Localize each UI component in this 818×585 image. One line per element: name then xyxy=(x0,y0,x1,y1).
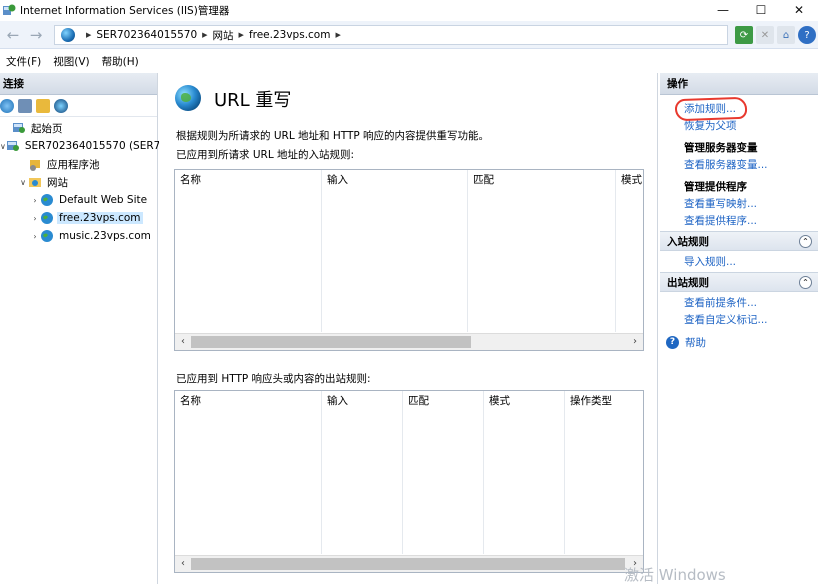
import-rules-link[interactable]: 导入规则... xyxy=(660,253,818,270)
menu-bar: 文件(F) 视图(V) 帮助(H) xyxy=(0,50,818,72)
feature-pane: URL 重写 根据规则为所请求的 URL 地址和 HTTP 响应的内容提供重写功… xyxy=(159,73,658,584)
chevron-right-icon[interactable]: ▶ xyxy=(335,31,340,39)
outbound-rules-grid[interactable]: 名称 输入 匹配 模式 操作类型 ‹ › xyxy=(174,390,644,573)
column-header-match[interactable]: 匹配 xyxy=(408,393,429,408)
menu-view[interactable]: 视图(V) xyxy=(47,54,95,69)
app-pool-icon xyxy=(28,157,42,171)
chevron-right-icon[interactable]: ▶ xyxy=(239,31,244,39)
column-header-pattern[interactable]: 模式 xyxy=(489,393,510,408)
globe-icon xyxy=(61,28,75,42)
connections-tree: 起始页 ∨ SER702364015570 (SER702 应用程序池 ∨ 网站… xyxy=(0,117,174,245)
column-header-name[interactable]: 名称 xyxy=(180,172,201,187)
refresh-icon[interactable]: ⟳ xyxy=(735,26,753,44)
horizontal-scrollbar[interactable]: ‹ › xyxy=(175,333,643,350)
horizontal-scrollbar[interactable]: ‹ › xyxy=(175,555,643,572)
outbound-rules-label: 已应用到 HTTP 响应头或内容的出站规则: xyxy=(176,373,371,385)
collapse-icon[interactable]: ⌃ xyxy=(799,235,812,248)
column-header-input[interactable]: 输入 xyxy=(327,393,348,408)
breadcrumb-site[interactable]: free.23vps.com xyxy=(249,29,331,41)
activation-watermark: 激活 Windows xyxy=(624,566,726,584)
scrollbar-thumb[interactable] xyxy=(191,558,625,570)
sites-folder-icon xyxy=(28,175,42,189)
view-preconditions-link[interactable]: 查看前提条件... xyxy=(660,294,818,311)
home-icon[interactable]: ⌂ xyxy=(777,26,795,44)
inbound-rules-title: 入站规则 xyxy=(667,235,709,248)
chevron-right-icon[interactable]: › xyxy=(30,196,40,205)
scroll-right-icon[interactable]: › xyxy=(628,335,642,349)
annotation-highlight xyxy=(674,96,748,122)
column-header-action-type[interactable]: 操作类型 xyxy=(570,393,612,408)
column-header-input[interactable]: 输入 xyxy=(327,172,348,187)
tree-item-default-web-site[interactable]: › Default Web Site xyxy=(0,191,157,209)
save-icon[interactable] xyxy=(18,98,32,113)
chevron-right-icon[interactable]: ▶ xyxy=(86,31,91,39)
column-header-name[interactable]: 名称 xyxy=(180,393,201,408)
feature-description: 根据规则为所请求的 URL 地址和 HTTP 响应的内容提供重写功能。 xyxy=(176,130,490,142)
start-page-icon xyxy=(12,121,26,135)
chevron-right-icon[interactable]: › xyxy=(30,232,40,241)
scroll-left-icon[interactable]: ‹ xyxy=(176,557,190,571)
connections-header: 连接 xyxy=(0,73,157,95)
delete-connection-icon[interactable] xyxy=(54,98,68,113)
view-custom-tags-link[interactable]: 查看自定义标记... xyxy=(660,311,818,328)
tree-item-start-page[interactable]: 起始页 xyxy=(0,119,157,137)
connections-pane: 连接 起始页 ∨ SER702364015570 (SER702 应用程序池 ∨… xyxy=(0,73,174,584)
view-server-variables-link[interactable]: 查看服务器变量... xyxy=(660,156,818,173)
breadcrumb-sites[interactable]: 网站 xyxy=(213,28,234,43)
column-header-pattern[interactable]: 模式 xyxy=(621,172,642,187)
scroll-left-icon[interactable]: ‹ xyxy=(176,335,190,349)
globe-icon xyxy=(40,229,54,243)
inbound-rules-section[interactable]: 入站规则 ⌃ xyxy=(660,231,818,251)
menu-help[interactable]: 帮助(H) xyxy=(96,54,145,69)
window-title: Internet Information Services (IIS)管理器 xyxy=(20,4,230,17)
tree-item-music-23vps[interactable]: › music.23vps.com xyxy=(0,227,157,245)
tree-item-free-23vps[interactable]: › free.23vps.com xyxy=(0,209,157,227)
help-link[interactable]: 帮助 xyxy=(685,335,706,350)
outbound-rules-title: 出站规则 xyxy=(667,276,709,289)
inbound-rules-label: 已应用到所请求 URL 地址的入站规则: xyxy=(176,149,355,161)
server-icon xyxy=(6,139,20,153)
tree-item-sites[interactable]: ∨ 网站 xyxy=(0,173,157,191)
globe-icon xyxy=(40,211,54,225)
title-bar: Internet Information Services (IIS)管理器 —… xyxy=(0,0,818,20)
help-icon[interactable]: ? xyxy=(798,26,816,44)
actions-header: 操作 xyxy=(660,73,818,95)
close-button[interactable]: ✕ xyxy=(780,0,818,20)
connections-toolbar xyxy=(0,95,157,117)
grid-header: 名称 输入 匹配 模式 操作类型 xyxy=(175,391,643,407)
scrollbar-thumb[interactable] xyxy=(191,336,471,348)
globe-icon xyxy=(40,193,54,207)
help-icon: ? xyxy=(666,335,679,349)
collapse-icon[interactable]: ⌃ xyxy=(799,276,812,289)
chevron-right-icon[interactable]: › xyxy=(30,214,40,223)
url-rewrite-globe-icon xyxy=(175,85,201,111)
column-header-match[interactable]: 匹配 xyxy=(473,172,494,187)
stop-icon[interactable]: ✕ xyxy=(756,26,774,44)
tree-item-server[interactable]: ∨ SER702364015570 (SER702 xyxy=(0,137,174,155)
minimize-button[interactable]: — xyxy=(704,0,742,20)
providers-heading: 管理提供程序 xyxy=(684,180,747,193)
up-folder-icon[interactable] xyxy=(36,98,50,113)
view-rewrite-maps-link[interactable]: 查看重写映射... xyxy=(660,195,818,212)
address-bar: ← → ▶ SER702364015570 ▶ 网站 ▶ free.23vps.… xyxy=(0,21,818,49)
inbound-rules-grid[interactable]: 名称 输入 匹配 模式 ‹ › xyxy=(174,169,644,351)
grid-header: 名称 输入 匹配 模式 xyxy=(175,170,643,186)
breadcrumb-server[interactable]: SER702364015570 xyxy=(96,29,197,41)
page-title: URL 重写 xyxy=(214,90,292,111)
tree-item-app-pools[interactable]: 应用程序池 xyxy=(0,155,157,173)
chevron-right-icon[interactable]: ▶ xyxy=(202,31,207,39)
chevron-down-icon[interactable]: ∨ xyxy=(18,178,28,187)
forward-arrow-icon[interactable]: → xyxy=(25,25,47,45)
outbound-rules-section[interactable]: 出站规则 ⌃ xyxy=(660,272,818,292)
iis-app-icon xyxy=(2,3,16,17)
back-arrow-icon[interactable]: ← xyxy=(2,25,24,45)
actions-pane: 操作 添加规则... 恢复为父项 管理服务器变量 查看服务器变量... 管理提供… xyxy=(660,73,818,584)
breadcrumb[interactable]: ▶ SER702364015570 ▶ 网站 ▶ free.23vps.com … xyxy=(54,25,728,45)
maximize-button[interactable]: ☐ xyxy=(742,0,780,20)
connect-icon[interactable] xyxy=(0,98,14,113)
server-variables-heading: 管理服务器变量 xyxy=(684,141,758,154)
help-action[interactable]: ? 帮助 xyxy=(660,332,818,352)
menu-file[interactable]: 文件(F) xyxy=(0,54,47,69)
view-providers-link[interactable]: 查看提供程序... xyxy=(660,212,818,229)
